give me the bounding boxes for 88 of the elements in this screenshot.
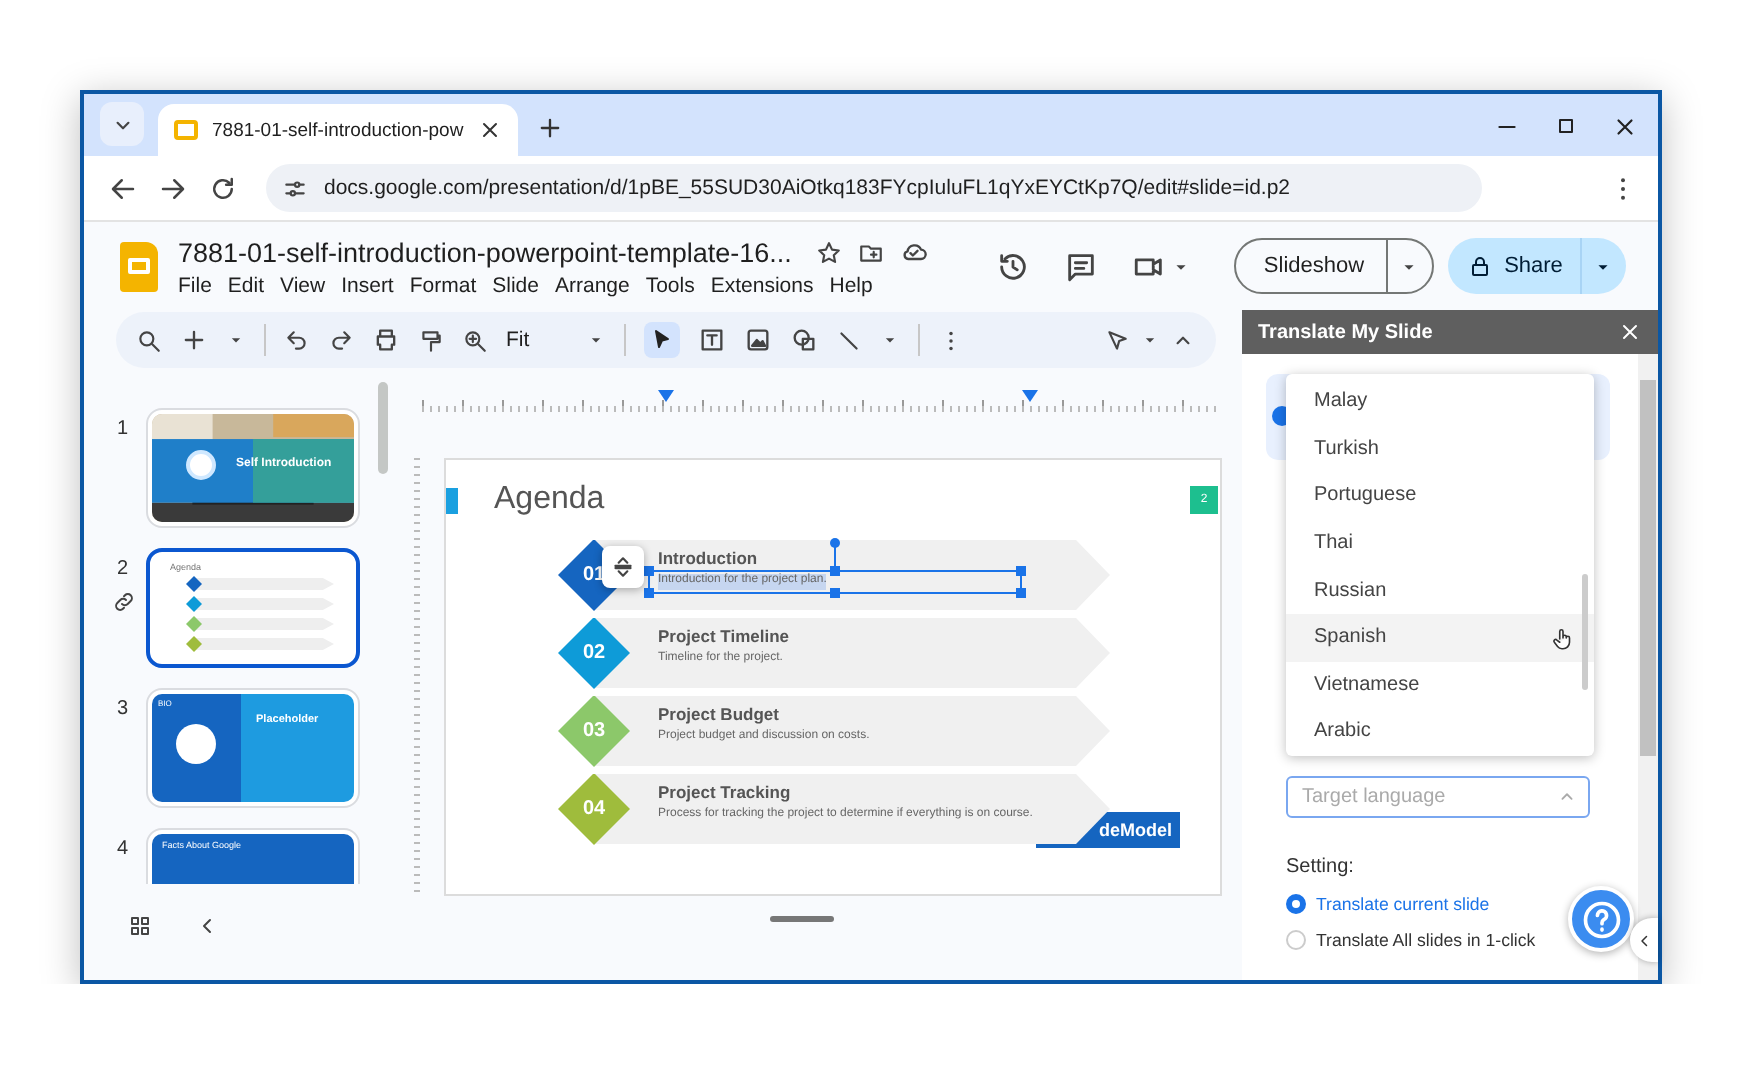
target-language-field[interactable]: Target language [1286,776,1590,818]
folder-icon[interactable] [857,239,884,265]
item-title: Project Tracking [658,782,793,802]
close-icon[interactable] [1618,320,1642,344]
language-dropdown[interactable]: Malay Turkish Portuguese Thai Russian Spanish Vietnamese Arabic [1286,374,1594,756]
line-icon[interactable] [836,327,862,353]
paint-format-icon[interactable] [418,327,444,353]
address-bar[interactable]: docs.google.com/presentation/d/1pBE_55SUD30AiOtkq183FYcpIuluFL1qYxEYCtKp7Q/edit#slide=id.p2 [266,164,1482,212]
radio-option[interactable]: Translate All slides in 1-click [1286,930,1536,950]
menu-item[interactable]: Edit [227,271,277,299]
back-icon[interactable] [108,173,138,203]
align-icon [610,554,636,580]
agenda-row-drawing [194,638,334,650]
slide-number: 4 [114,838,128,860]
radio-button[interactable] [1286,930,1306,950]
comment-icon[interactable] [1063,249,1098,283]
forward-icon[interactable] [158,173,188,203]
browser-tab[interactable]: 7881-01-self-introduction-pow [158,104,518,156]
history-icon[interactable] [995,249,1030,283]
menu-item[interactable]: View [280,271,338,299]
slides-favicon-icon [174,120,198,140]
help-button[interactable] [1568,886,1634,952]
redo-icon[interactable] [328,327,354,353]
image-icon[interactable] [744,326,772,354]
language-option[interactable]: Portuguese [1286,472,1594,520]
search-icon[interactable] [136,327,162,353]
lock-icon [1468,254,1493,278]
tab-title: 7881-01-self-introduction-pow [212,119,464,141]
zoom-dropdown[interactable]: Fit [506,328,606,352]
pointer-icon[interactable] [1104,327,1130,353]
menu-item[interactable]: Insert [341,271,406,299]
zoom-icon[interactable] [462,327,488,353]
new-tab-icon[interactable] [535,114,564,142]
agenda-row-drawing [194,598,334,610]
agenda-row-drawing [194,618,334,630]
print-icon[interactable] [372,326,400,354]
slide-number: 1 [114,418,128,440]
item-title: Introduction [658,548,760,568]
star-icon[interactable] [815,239,842,265]
text-box-icon[interactable] [698,326,726,354]
menu-item[interactable]: File [178,271,224,299]
menu-item[interactable]: Arrange [554,271,642,299]
close-icon[interactable] [477,118,502,142]
collapse-button[interactable] [1630,918,1658,962]
panel-title: Translate My Slide [1258,321,1433,343]
menu-item[interactable]: Format [409,271,489,299]
setting-label: Setting: [1286,856,1354,878]
cloud-icon[interactable] [899,238,928,266]
resize-handle[interactable] [770,916,834,922]
language-option[interactable]: Turkish [1286,425,1594,473]
align-button[interactable] [602,546,644,588]
language-option[interactable]: Arabic [1286,708,1594,756]
document-title: 7881-01-self-introduction-powerpoint-template-16... [178,237,792,267]
maximize-icon[interactable] [1554,114,1578,138]
language-option[interactable]: Russian [1286,566,1594,614]
slides-logo-icon [120,241,158,291]
item-title: Project Budget [658,704,781,724]
agenda-row-drawing [194,578,334,590]
shape-icon[interactable] [790,326,818,354]
menu-item[interactable]: Help [829,271,885,299]
reload-icon[interactable] [208,173,238,203]
avatar [176,724,216,764]
undo-icon[interactable] [284,327,310,353]
menu-item[interactable]: Extensions [710,271,826,299]
chevron-left-icon [1635,931,1653,949]
accent-bar [446,488,458,514]
url-text: docs.google.com/presentation/d/1pBE_55SUD30AiOtkq183FYcpIuluFL1qYxEYCtKp7Q/edit#slide=id.p2 [324,176,1291,200]
slide-title: Agenda [494,482,605,518]
menu-item[interactable]: Slide [492,271,551,299]
language-option[interactable]: Vietnamese [1286,661,1594,709]
slide-number: 2 [114,558,128,580]
grid-view-icon[interactable] [128,914,152,938]
site-settings-icon[interactable] [282,175,308,201]
radio-button[interactable] [1286,894,1306,914]
language-option[interactable]: Spanish [1286,613,1594,662]
radio-option[interactable]: Translate current slide [1286,894,1536,914]
menu-item[interactable]: Tools [645,271,707,299]
hand-cursor-icon [1550,625,1576,652]
language-option[interactable]: Thai [1286,519,1594,567]
item-title: Project Timeline [658,626,792,646]
add-icon[interactable] [180,326,208,354]
help-icon [1579,897,1623,941]
slide-number: 3 [114,698,128,720]
select-icon[interactable] [650,328,674,352]
scrollbar [378,382,388,474]
language-option[interactable]: Malay [1286,378,1594,426]
close-icon[interactable] [1612,114,1638,140]
link-icon [112,590,136,614]
